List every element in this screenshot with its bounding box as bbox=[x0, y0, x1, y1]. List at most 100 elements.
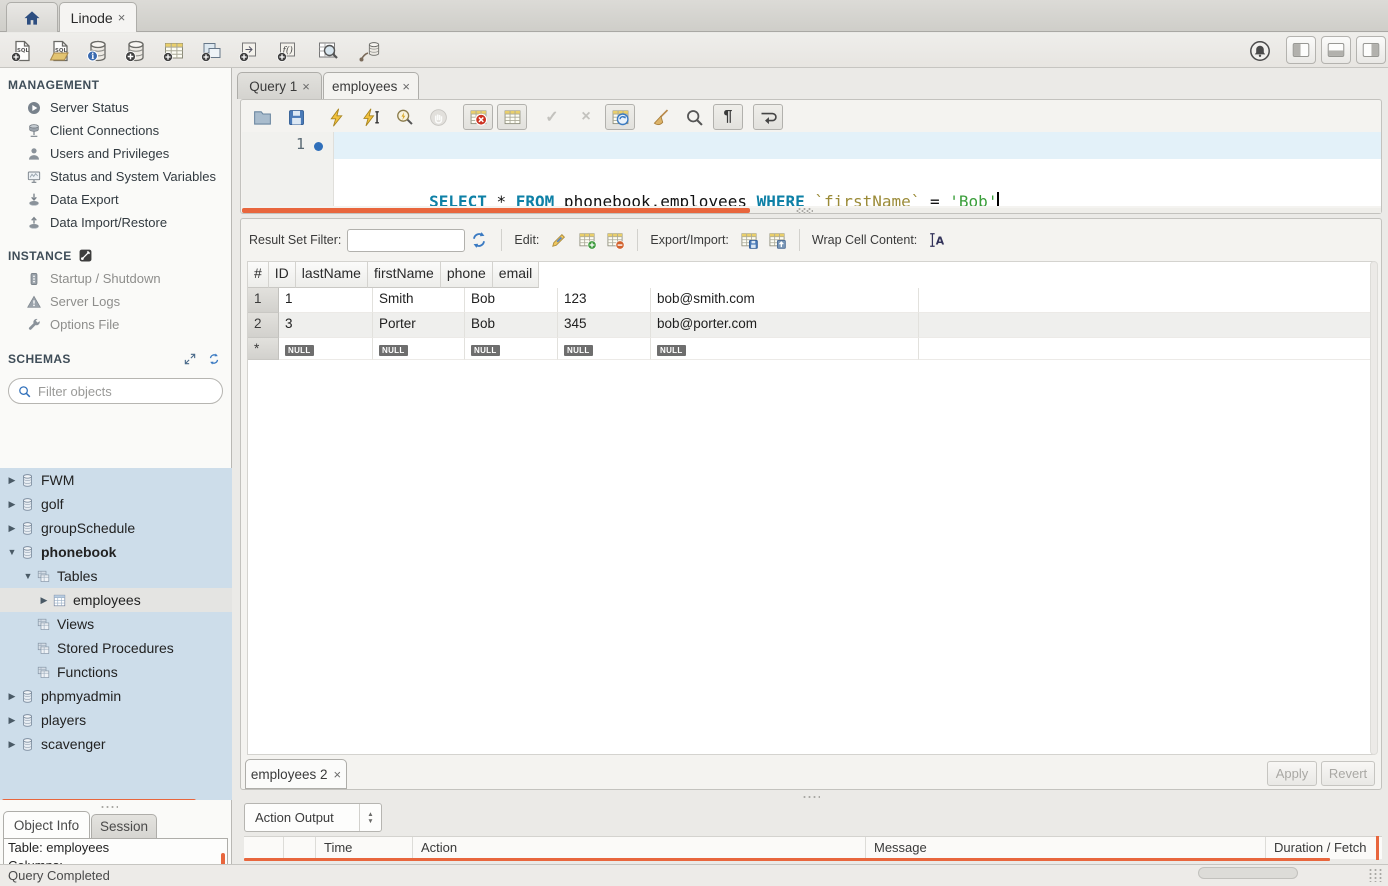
tab-object-info[interactable]: Object Info bbox=[3, 811, 90, 838]
sql-code-area[interactable]: 1 SELECT * FROM phonebook.employees WHER… bbox=[242, 132, 1381, 206]
wrap-cell-content-button[interactable] bbox=[923, 227, 951, 253]
output-vertical-scrollbar[interactable] bbox=[1376, 836, 1379, 860]
cell-phone[interactable]: 123 bbox=[558, 288, 651, 313]
table-row[interactable]: 1 1 Smith Bob 123 bob@smith.com bbox=[248, 288, 1374, 313]
management-item[interactable]: Server Status bbox=[0, 96, 231, 119]
export-recordset-button[interactable] bbox=[735, 227, 763, 253]
execute-button[interactable] bbox=[321, 104, 351, 130]
cell-phone[interactable]: 345 bbox=[558, 313, 651, 338]
tree-item[interactable]: ▶ golf bbox=[0, 492, 232, 516]
beautify-script-button[interactable] bbox=[645, 104, 675, 130]
open-script-button[interactable] bbox=[247, 104, 277, 130]
tree-item[interactable]: ▶ groupSchedule bbox=[0, 516, 232, 540]
tree-item[interactable]: ▼ phonebook bbox=[0, 540, 232, 564]
result-filter-input[interactable] bbox=[347, 229, 465, 252]
edit-record-button[interactable] bbox=[545, 227, 573, 253]
cell-null[interactable]: NULL bbox=[558, 338, 651, 360]
tree-item[interactable]: ▶ FWM bbox=[0, 468, 232, 492]
new-sql-tab-button[interactable] bbox=[8, 37, 36, 64]
cell-email[interactable]: bob@smith.com bbox=[651, 288, 919, 313]
management-item[interactable]: Data Export bbox=[0, 188, 231, 211]
execute-current-statement-button[interactable] bbox=[355, 104, 385, 130]
close-icon[interactable]: × bbox=[302, 79, 310, 94]
select-stepper[interactable]: ▲ ▼ bbox=[359, 804, 381, 831]
cell-null[interactable]: NULL bbox=[651, 338, 919, 360]
toggle-bottom-panel-button[interactable] bbox=[1321, 36, 1351, 64]
tree-item[interactable]: ▼ Tables bbox=[0, 564, 232, 588]
save-script-button[interactable] bbox=[281, 104, 311, 130]
tree-item[interactable]: ▶ phpmyadmin bbox=[0, 684, 232, 708]
close-icon[interactable]: × bbox=[402, 79, 410, 94]
insert-row-button[interactable] bbox=[573, 227, 601, 253]
stop-query-button[interactable] bbox=[423, 104, 453, 130]
tree-item[interactable]: Functions bbox=[0, 660, 232, 684]
tree-expander-icon[interactable]: ▼ bbox=[22, 571, 34, 581]
connection-tab[interactable]: Linode × bbox=[59, 2, 137, 32]
cell-null[interactable]: NULL bbox=[465, 338, 558, 360]
table-row[interactable]: 2 3 Porter Bob 345 bob@porter.com bbox=[248, 313, 1374, 338]
cell-id[interactable]: 1 bbox=[279, 288, 373, 313]
reconnect-dbms-button[interactable] bbox=[356, 37, 384, 64]
limit-rows-button[interactable] bbox=[497, 104, 527, 130]
commit-button[interactable]: ✓ bbox=[537, 104, 567, 130]
create-schema-button[interactable] bbox=[122, 37, 150, 64]
output-horizontal-scrollbar[interactable] bbox=[244, 858, 1330, 861]
management-item[interactable]: Client Connections bbox=[0, 119, 231, 142]
schema-filter-input[interactable] bbox=[38, 384, 198, 399]
create-view-button[interactable] bbox=[198, 37, 226, 64]
rollback-button[interactable]: × bbox=[571, 104, 601, 130]
delete-row-button[interactable] bbox=[601, 227, 629, 253]
column-header[interactable]: firstName bbox=[368, 262, 441, 288]
close-icon[interactable]: × bbox=[118, 10, 126, 25]
cell-lastname[interactable]: Porter bbox=[373, 313, 465, 338]
instance-item[interactable]: Startup / Shutdown bbox=[0, 267, 231, 290]
toggle-stop-on-error-button[interactable] bbox=[463, 104, 493, 130]
toggle-right-sidebar-button[interactable] bbox=[1356, 36, 1386, 64]
find-button[interactable] bbox=[679, 104, 709, 130]
tab-employees[interactable]: employees × bbox=[323, 72, 419, 99]
expand-schemas-icon[interactable] bbox=[183, 352, 197, 366]
tab-query1[interactable]: Query 1 × bbox=[237, 72, 322, 99]
explain-plan-button[interactable] bbox=[389, 104, 419, 130]
output-type-select[interactable]: Action Output ▲ ▼ bbox=[244, 803, 382, 832]
cell-firstname[interactable]: Bob bbox=[465, 288, 558, 313]
create-table-button[interactable] bbox=[160, 37, 188, 64]
column-header[interactable]: ID bbox=[269, 262, 296, 288]
cell-email[interactable]: bob@porter.com bbox=[651, 313, 919, 338]
tab-session[interactable]: Session bbox=[91, 814, 157, 838]
toggle-autocommit-button[interactable] bbox=[605, 104, 635, 130]
refresh-schemas-icon[interactable] bbox=[207, 352, 221, 366]
tree-expander-icon[interactable]: ▶ bbox=[38, 595, 50, 606]
refresh-results-button[interactable] bbox=[465, 227, 493, 253]
new-row-placeholder[interactable]: * NULL NULL NULL NULL NULL bbox=[248, 338, 1374, 360]
cell-lastname[interactable]: Smith bbox=[373, 288, 465, 313]
window-resize-grip[interactable] bbox=[1368, 868, 1384, 882]
notifications-button[interactable] bbox=[1246, 37, 1274, 64]
bottom-scrollbar-thumb[interactable] bbox=[1198, 867, 1298, 879]
cell-id[interactable]: 3 bbox=[279, 313, 373, 338]
management-item[interactable]: Data Import/Restore bbox=[0, 211, 231, 234]
toggle-invisible-characters-button[interactable]: ¶ bbox=[713, 104, 743, 130]
toggle-word-wrap-button[interactable] bbox=[753, 104, 783, 130]
instance-item[interactable]: Options File bbox=[0, 313, 231, 336]
create-procedure-button[interactable] bbox=[236, 37, 264, 64]
apply-button[interactable]: Apply bbox=[1267, 761, 1317, 786]
open-sql-script-button[interactable] bbox=[46, 37, 74, 64]
result-grid-vertical-scrollbar[interactable] bbox=[1370, 261, 1378, 755]
column-header[interactable]: # bbox=[248, 262, 269, 288]
tab-result-set[interactable]: employees 2 × bbox=[245, 759, 347, 789]
tree-item[interactable]: ▶ employees bbox=[0, 588, 232, 612]
cell-null[interactable]: NULL bbox=[373, 338, 465, 360]
tree-expander-icon[interactable]: ▶ bbox=[6, 739, 18, 750]
sql-statement[interactable]: SELECT * FROM phonebook.employees WHERE … bbox=[352, 135, 999, 206]
tree-horizontal-scrollbar[interactable] bbox=[2, 799, 196, 800]
tree-item[interactable]: ▶ scavenger bbox=[0, 732, 232, 756]
sidebar-splitter[interactable] bbox=[0, 802, 232, 811]
create-function-button[interactable] bbox=[274, 37, 302, 64]
panel-splitter-grip[interactable] bbox=[795, 209, 813, 213]
home-tab[interactable] bbox=[6, 2, 58, 32]
revert-button[interactable]: Revert bbox=[1321, 761, 1375, 786]
tree-expander-icon[interactable]: ▶ bbox=[6, 499, 18, 510]
search-table-data-button[interactable] bbox=[314, 37, 342, 64]
tree-expander-icon[interactable]: ▶ bbox=[6, 691, 18, 702]
